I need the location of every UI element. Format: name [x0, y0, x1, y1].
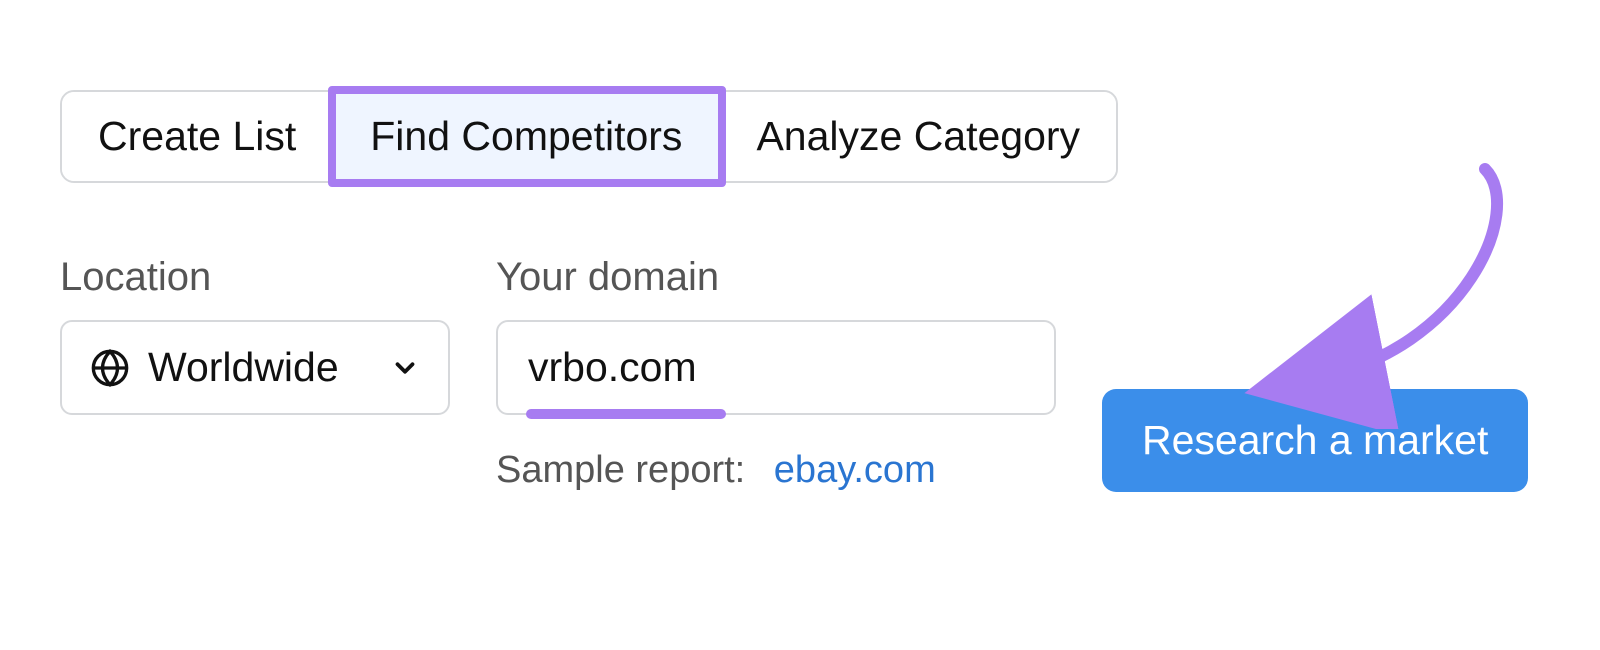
sample-report-line: Sample report: ebay.com [496, 449, 1056, 492]
location-label: Location [60, 255, 450, 300]
tab-label: Analyze Category [756, 113, 1080, 159]
location-field-group: Location Worldwide [60, 255, 450, 415]
globe-icon [90, 348, 130, 388]
sample-report-link[interactable]: ebay.com [774, 449, 936, 491]
location-value: Worldwide [148, 344, 339, 391]
tab-find-competitors[interactable]: Find Competitors [334, 92, 720, 181]
mode-tabs: Create List Find Competitors Analyze Cat… [60, 90, 1118, 183]
domain-input[interactable] [496, 320, 1056, 415]
tab-label: Find Competitors [370, 113, 682, 159]
research-market-button[interactable]: Research a market [1102, 389, 1528, 492]
research-form: Location Worldwide Your domain Sample re… [60, 255, 1540, 492]
sample-report-label: Sample report: [496, 449, 745, 491]
domain-field-group: Your domain Sample report: ebay.com [496, 255, 1056, 492]
button-label: Research a market [1142, 417, 1488, 463]
location-select[interactable]: Worldwide [60, 320, 450, 415]
domain-label: Your domain [496, 255, 1056, 300]
tab-analyze-category[interactable]: Analyze Category [720, 92, 1116, 181]
chevron-down-icon [390, 353, 420, 383]
tab-create-list[interactable]: Create List [62, 92, 334, 181]
tab-label: Create List [98, 113, 296, 159]
